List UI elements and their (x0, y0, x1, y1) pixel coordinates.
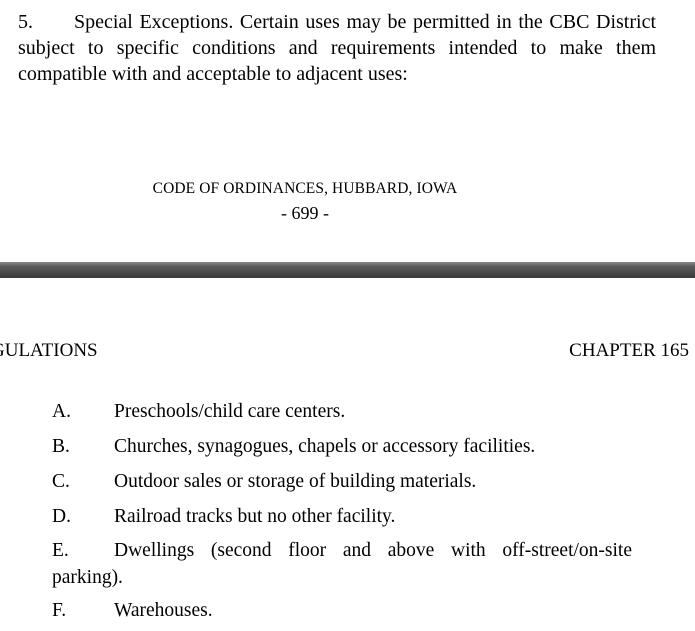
list-item-text: Churches, synagogues, chapels or accesso… (114, 436, 536, 457)
list-item-text-line2: parking). (52, 567, 123, 588)
list-item-letter: A. (52, 401, 71, 422)
page-break-divider (0, 262, 695, 278)
list-item-text: Outdoor sales or storage of building mat… (114, 471, 477, 492)
section-number: 5. (18, 11, 33, 33)
list-item: E. Dwellings (second floor and above wit… (52, 537, 632, 591)
list-item-letter: E. (52, 540, 69, 561)
list-item-letter: C. (52, 471, 70, 492)
page-header-left: GULATIONS (0, 340, 98, 361)
list-item-text: Preschools/child care centers. (114, 401, 346, 422)
list-item-text-line1: Dwellings (second floor and above with o… (114, 540, 632, 561)
list-item-letter: B. (52, 436, 70, 457)
section-text: Special Exceptions. Certain uses may be … (18, 11, 656, 85)
list-item-letter: F. (52, 600, 67, 621)
list-item-letter: D. (52, 506, 71, 527)
page-header-right: CHAPTER 165 (569, 340, 689, 361)
section-5-paragraph: 5. Special Exceptions. Certain uses may b… (18, 9, 656, 87)
page-footer-title: CODE OF ORDINANCES, HUBBARD, IOWA (152, 180, 458, 197)
page-footer-number: - 699 - (281, 203, 329, 223)
list-item-text: Warehouses. (114, 600, 213, 621)
list-item-text: Railroad tracks but no other facility. (114, 506, 396, 527)
